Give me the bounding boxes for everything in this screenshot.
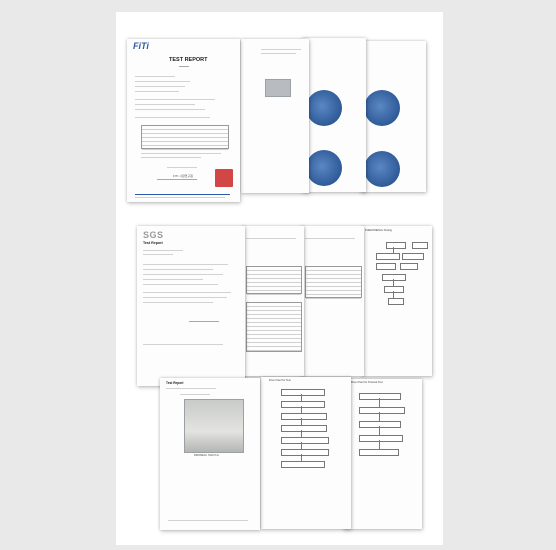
sgs-logo: SGS: [143, 230, 164, 240]
swatch-photo: [184, 399, 244, 453]
photo-caption: BIRDBEAK SWATCH: [194, 454, 219, 457]
sgs-flowchart-page-2: Flow Chart for Pretreat Test: [343, 379, 422, 529]
sgs-page-2: [242, 226, 304, 376]
flowchart-title: Flow Chart for Test: [269, 379, 291, 382]
sgs-page-3: [301, 226, 364, 376]
sgs-flow-page: PHENOMENAL Testing: [362, 226, 432, 376]
culture-dish: [364, 90, 400, 126]
culture-dish: [306, 90, 342, 126]
flowchart-title-2: Flow Chart for Pretreat Test: [351, 381, 383, 384]
sgs-flowchart-page-1: Flow Chart for Test: [261, 377, 351, 529]
fiti-logo: FiTi: [133, 41, 149, 51]
document-sheet: FiTi TEST REPORT FITI 시험연구원 PHENOMENAL T…: [116, 12, 443, 545]
culture-dish: [364, 151, 400, 187]
sample-photo: [265, 79, 291, 97]
result-table: [141, 125, 229, 150]
flow-title: PHENOMENAL Testing: [365, 229, 392, 232]
culture-dish: [306, 150, 342, 186]
fiti-page-4: [360, 41, 426, 192]
sgs-photo-page: Test Report BIRDBEAK SWATCH: [160, 378, 260, 530]
report-title: TEST REPORT: [169, 57, 208, 63]
fiti-page-2: [241, 39, 309, 193]
fiti-footer: FITI 시험연구원: [173, 174, 193, 178]
official-stamp: [215, 169, 233, 187]
photo-report-label: Test Report: [166, 381, 184, 385]
report-label: Test Report: [143, 241, 163, 245]
sgs-page-1: SGS Test Report: [137, 226, 245, 386]
fiti-page-1: FiTi TEST REPORT FITI 시험연구원: [127, 39, 240, 202]
fiti-page-3: [302, 38, 366, 192]
